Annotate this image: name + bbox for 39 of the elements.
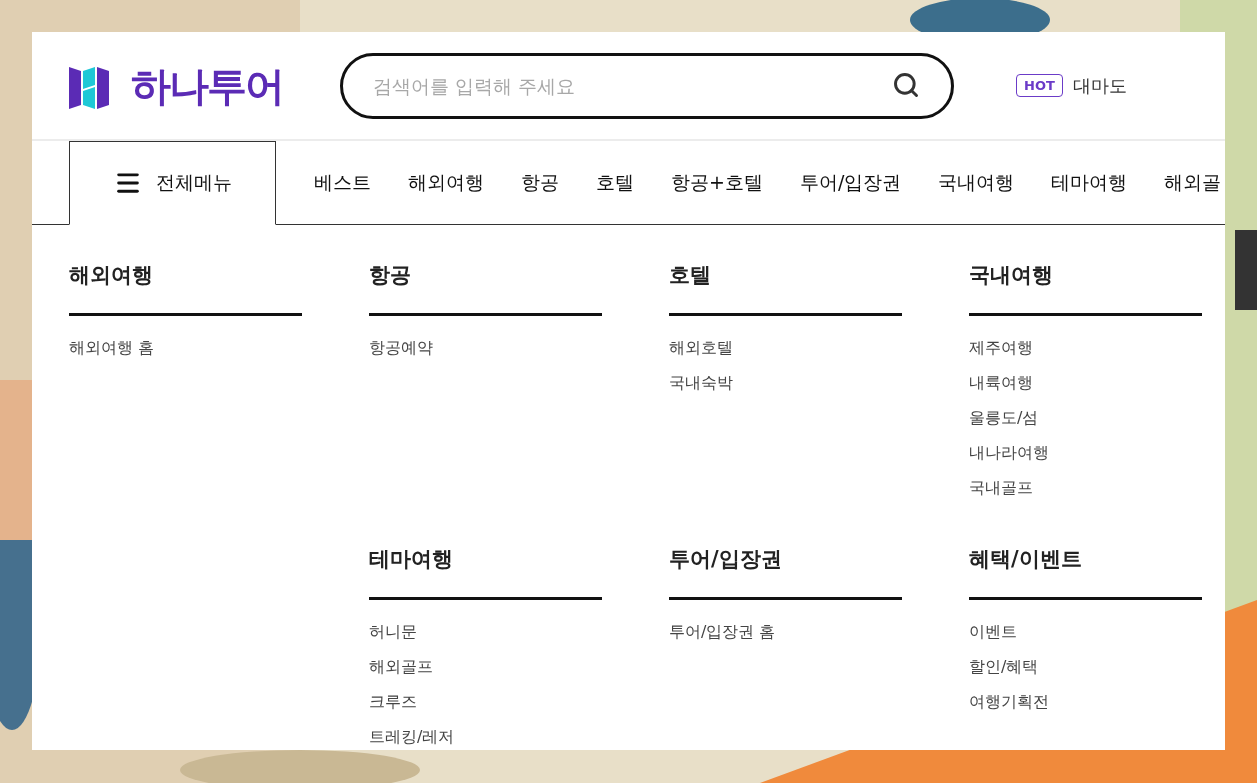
menu-heading: 국내여행 [969,261,1202,316]
search-field[interactable]: 검색어를 입력해 주세요 [340,52,954,119]
nav-link[interactable]: 항공+호텔 [671,169,763,196]
menu-link[interactable]: 크루즈 [369,690,602,713]
menu-heading: 항공 [369,261,602,316]
menu-heading: 테마여행 [369,545,602,600]
menu-link[interactable]: 국내숙박 [669,371,902,394]
menu-link[interactable]: 허니문 [369,620,602,643]
menu-link[interactable]: 할인/혜택 [969,655,1202,678]
menu-link[interactable]: 해외여행 홈 [69,336,302,359]
nav-link[interactable]: 베스트 [314,169,371,196]
menu-link[interactable]: 항공예약 [369,336,602,359]
menu-link[interactable]: 해외호텔 [669,336,902,359]
nav-link[interactable]: 해외여행 [408,169,484,196]
menu-link[interactable]: 여행기획전 [969,690,1202,713]
menu-heading: 해외여행 [69,261,302,316]
nav-link[interactable]: 해외골 [1164,169,1222,196]
menu-heading: 혜택/이벤트 [969,545,1202,600]
menu-link[interactable]: 제주여행 [969,336,1202,359]
menu-heading: 호텔 [669,261,902,316]
nav-link[interactable]: 국내여행 [938,169,1015,196]
menu-link[interactable]: 내륙여행 [969,371,1202,394]
nav-link[interactable]: 투어/입장권 [799,169,902,196]
nav-link[interactable]: 테마여행 [1051,169,1128,196]
hot-badge: HOT [1016,74,1063,97]
logo-text[interactable]: 하나투어 [131,65,283,106]
search-icon[interactable] [892,70,920,99]
nav-link[interactable]: 호텔 [596,169,634,196]
menu-link[interactable]: 이벤트 [969,620,1202,643]
menu-link[interactable]: 해외골프 [369,655,602,678]
menu-link[interactable]: 국내골프 [969,476,1202,499]
menu-link[interactable]: 내나라여행 [969,441,1202,464]
nav-link[interactable]: 항공 [521,169,559,196]
menu-link[interactable]: 트레킹/레저 [369,725,602,748]
menu-heading: 투어/입장권 [669,545,902,600]
all-menu-button[interactable]: 전체메뉴 [69,141,276,225]
menu-link[interactable]: 투어/입장권 홈 [669,620,902,643]
hot-keyword[interactable]: 대마도 [1072,73,1127,98]
menu-link[interactable]: 울릉도/섬 [969,406,1202,429]
